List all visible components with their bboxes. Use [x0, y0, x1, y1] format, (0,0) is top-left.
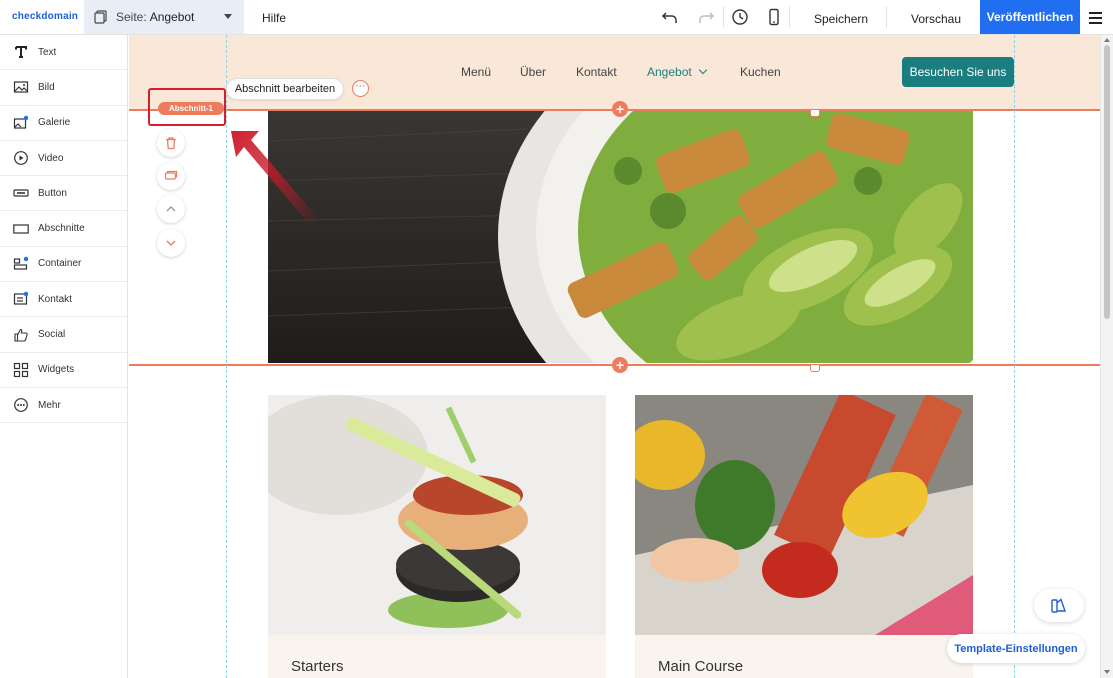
sidebar-item-label: Video — [38, 152, 64, 164]
starters-image[interactable] — [268, 395, 606, 635]
canvas-scrollbar[interactable] — [1100, 35, 1113, 678]
gallery-icon — [13, 115, 29, 129]
toolbar-divider — [723, 6, 724, 28]
nav-link-offer[interactable]: Angebot — [647, 65, 692, 79]
chevron-up-icon — [166, 206, 176, 212]
sidebar-item-widgets[interactable]: Widgets — [0, 353, 127, 388]
undo-icon[interactable] — [661, 8, 679, 26]
page-selector[interactable]: Seite: Angebot — [84, 0, 244, 34]
visit-us-button[interactable]: Besuchen Sie uns — [902, 57, 1014, 87]
nav-link-contact[interactable]: Kontakt — [576, 65, 617, 79]
contact-icon — [13, 292, 29, 305]
sidebar-item-label: Mehr — [38, 399, 61, 411]
duplicate-icon — [164, 170, 178, 180]
page-selector-prefix: Seite: — [116, 10, 147, 24]
sidebar-item-image[interactable]: Bild — [0, 70, 127, 106]
widgets-icon — [13, 362, 29, 377]
editor-canvas: Menü Über Kontakt Angebot Kuchen Besuche… — [129, 35, 1100, 678]
delete-section-button[interactable] — [157, 129, 185, 157]
text-icon — [15, 46, 27, 59]
sidebar-item-label: Widgets — [38, 364, 75, 376]
more-options-icon[interactable]: ··· — [352, 80, 369, 97]
sidebar-item-social[interactable]: Social — [0, 317, 127, 353]
nav-link-about[interactable]: Über — [520, 65, 546, 79]
chevron-down-icon — [224, 14, 232, 19]
nav-link-cakes[interactable]: Kuchen — [740, 65, 781, 79]
highlight-annotation — [148, 88, 226, 126]
starters-card-footer: Starters — [268, 635, 606, 678]
sidebar-item-video[interactable]: Video — [0, 141, 127, 177]
preview-button[interactable]: Vorschau — [911, 12, 961, 26]
sidebar-item-label: Galerie — [38, 117, 71, 129]
section-icon — [13, 224, 29, 234]
layout-guide-right — [1014, 35, 1015, 678]
palette-icon — [1051, 597, 1066, 613]
nav-link-menu[interactable]: Menü — [461, 65, 491, 79]
starters-photo — [268, 395, 606, 635]
button-icon — [13, 189, 29, 197]
mobile-preview-icon[interactable] — [765, 8, 783, 26]
page-selector-value: Angebot — [149, 10, 195, 24]
container-icon — [13, 256, 29, 270]
edit-section-button[interactable]: Abschnitt bearbeiten — [226, 78, 344, 100]
sidebar-item-gallery[interactable]: Galerie — [0, 106, 127, 141]
redo-icon[interactable] — [697, 8, 715, 26]
main-course-photo — [635, 395, 973, 635]
add-section-icon[interactable]: + — [612, 101, 628, 117]
sidebar-item-label: Kontakt — [38, 293, 72, 305]
starters-card-title[interactable]: Starters — [291, 658, 344, 675]
trash-icon — [166, 137, 176, 150]
social-icon — [14, 328, 28, 342]
design-panel-button[interactable] — [1034, 589, 1084, 622]
main-course-card-footer: Main Course — [635, 635, 973, 678]
more-icon — [14, 398, 28, 413]
section-handle-icon[interactable] — [810, 365, 820, 372]
move-section-down-button[interactable] — [157, 229, 185, 257]
save-button[interactable]: Speichern — [814, 12, 868, 26]
duplicate-section-button[interactable] — [157, 162, 185, 190]
salad-photo — [268, 111, 973, 363]
scroll-up-icon[interactable] — [1104, 38, 1110, 42]
scroll-down-icon[interactable] — [1104, 670, 1110, 674]
section-handle-icon[interactable] — [810, 110, 820, 117]
element-sidebar: Text Bild Galerie Video Button Abschnitt… — [0, 35, 128, 678]
sidebar-item-more[interactable]: Mehr — [0, 388, 127, 424]
template-settings-button[interactable]: Template-Einstellungen — [947, 634, 1085, 663]
sidebar-item-button[interactable]: Button — [0, 176, 127, 212]
main-course-card-title[interactable]: Main Course — [658, 658, 743, 675]
toolbar-divider — [789, 6, 790, 28]
sidebar-item-label: Container — [38, 258, 82, 270]
publish-button[interactable]: Veröffentlichen — [980, 0, 1080, 34]
main-course-image[interactable] — [635, 395, 973, 635]
annotation-arrow-icon — [231, 131, 317, 224]
sidebar-item-text[interactable]: Text — [0, 35, 127, 71]
history-icon[interactable] — [731, 8, 749, 26]
sidebar-item-label: Text — [38, 46, 57, 58]
sidebar-item-contact[interactable]: Kontakt — [0, 282, 127, 318]
video-icon — [14, 151, 28, 165]
sidebar-item-sections[interactable]: Abschnitte — [0, 211, 127, 247]
hamburger-menu-icon[interactable] — [1089, 12, 1102, 24]
sidebar-item-label: Social — [38, 329, 66, 341]
sidebar-item-label: Abschnitte — [38, 223, 85, 235]
top-toolbar: checkdomain Seite: Angebot Hilfe Speiche… — [0, 0, 1113, 35]
chevron-down-icon — [698, 65, 708, 75]
sidebar-item-label: Button — [38, 187, 67, 199]
help-link[interactable]: Hilfe — [262, 11, 286, 25]
sidebar-item-container[interactable]: Container — [0, 247, 127, 283]
layout-guide-left — [226, 35, 227, 678]
page-icon — [94, 10, 107, 24]
move-section-up-button[interactable] — [157, 195, 185, 223]
checkdomain-logo[interactable]: checkdomain — [12, 11, 78, 22]
sidebar-item-label: Bild — [38, 81, 55, 93]
add-section-icon[interactable]: + — [612, 357, 628, 373]
chevron-down-icon — [166, 240, 176, 246]
toolbar-divider — [886, 6, 887, 28]
hero-salad-image[interactable] — [268, 111, 973, 363]
scroll-thumb[interactable] — [1104, 45, 1110, 319]
image-icon — [13, 81, 29, 94]
